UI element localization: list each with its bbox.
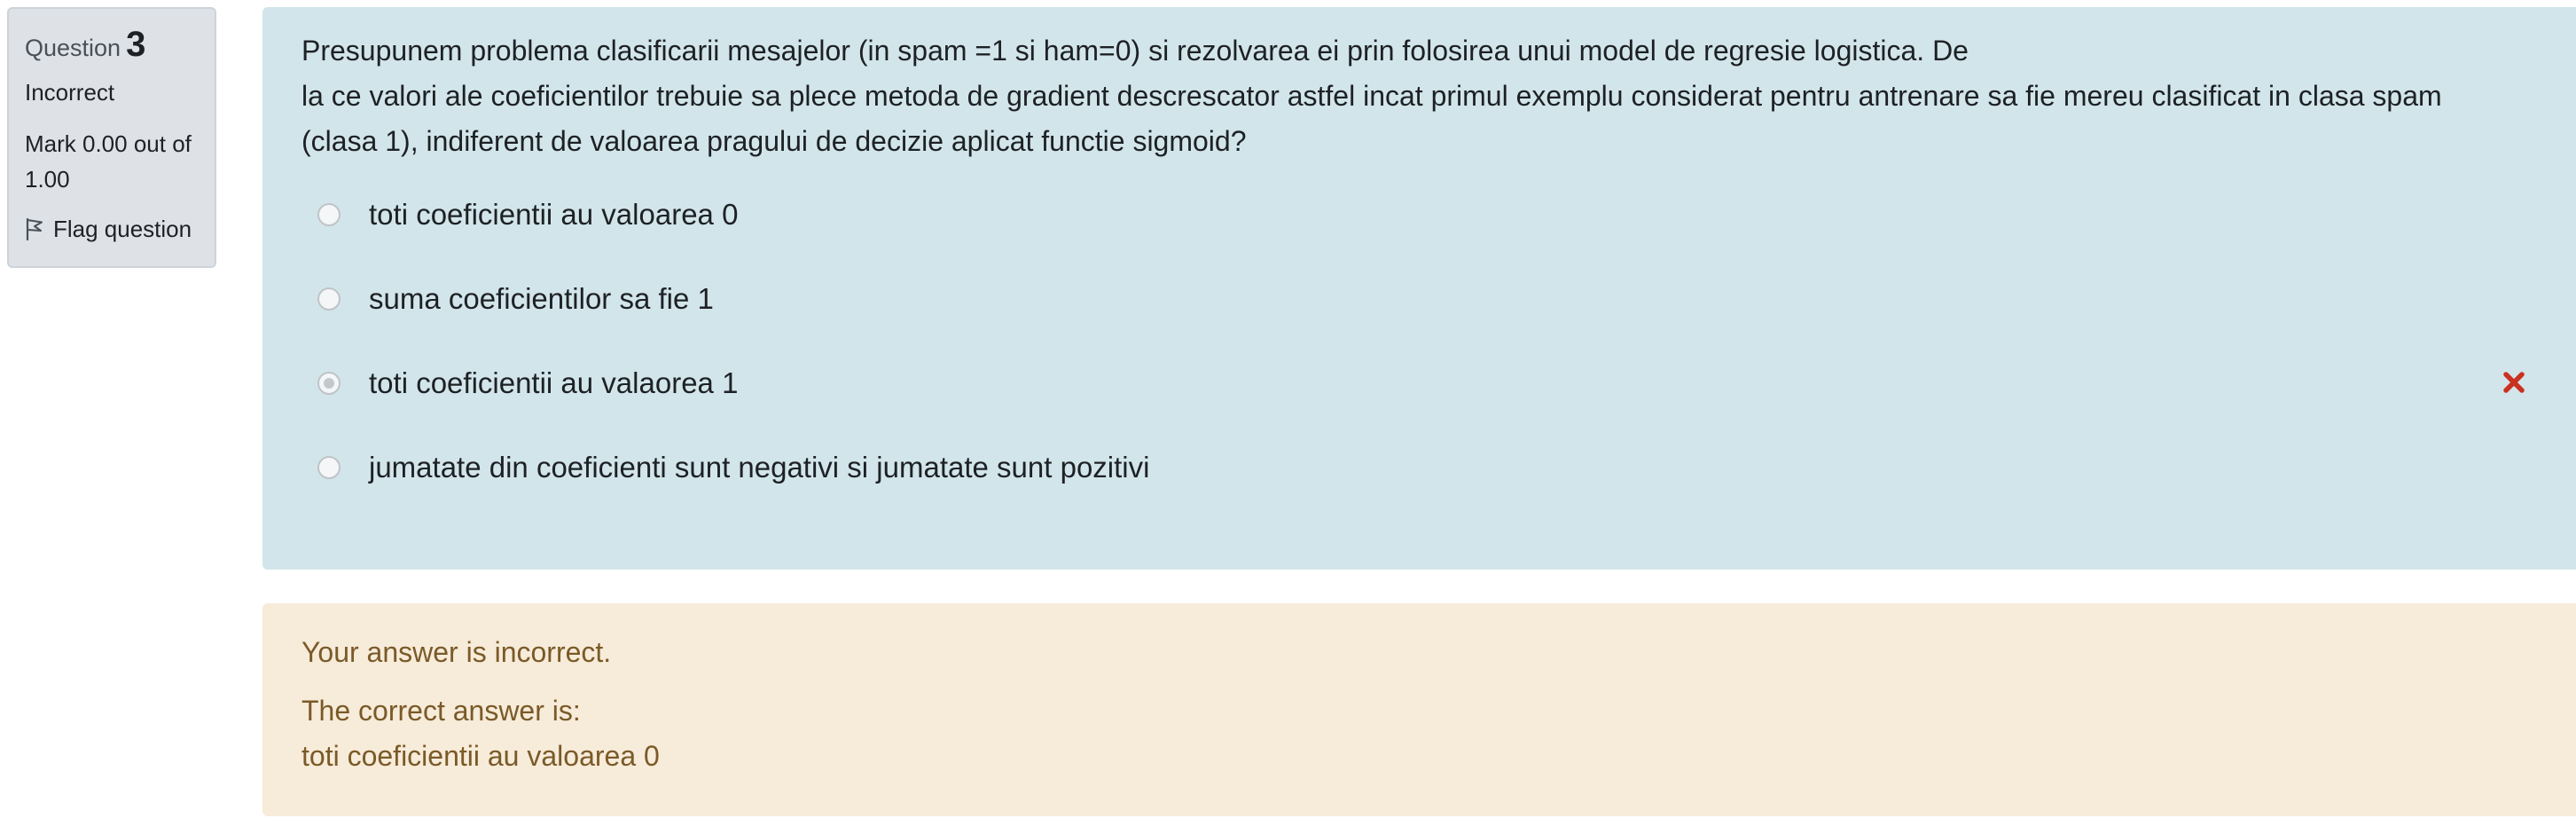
answer-option[interactable]: toti coeficientii au valoarea 0 [301,193,2576,277]
correct-answer-text: toti coeficientii au valoarea 0 [301,740,660,772]
question-state: Incorrect [25,79,115,106]
answer-label[interactable]: jumatate din coeficienti sunt negativi s… [369,445,1149,490]
flag-icon [25,217,44,240]
answer-radio[interactable] [317,203,341,226]
question-text: Presupunem problema clasificarii mesajel… [301,28,2554,164]
answer-label[interactable]: toti coeficientii au valaorea 1 [369,361,738,405]
incorrect-x-icon [2502,370,2526,395]
question-info: Question 3 Incorrect Mark 0.00 out of 1.0… [7,7,216,268]
question-panel: Presupunem problema clasificarii mesajel… [262,7,2576,570]
correct-answer-heading: The correct answer is: [301,695,581,727]
answer-radio[interactable] [317,456,341,479]
answer-label[interactable]: suma coeficientilor sa fie 1 [369,277,714,321]
answer-option[interactable]: toti coeficientii au valaorea 1 [301,361,2576,445]
question-grade: Mark 0.00 out of 1.00 [25,130,192,193]
feedback-panel: Your answer is incorrect. The correct an… [262,603,2576,816]
feedback-result: Your answer is incorrect. [301,636,612,668]
question-label: Question [25,35,121,61]
question-text-line: Presupunem problema clasificarii mesajel… [301,35,1969,67]
answer-list: toti coeficientii au valoarea 0 suma coe… [301,193,2576,530]
flag-question-label: Flag question [53,216,192,242]
question-number-value: 3 [126,25,146,64]
answer-option[interactable]: suma coeficientilor sa fie 1 [301,277,2576,361]
correct-answer-block: The correct answer is: toti coeficientii… [301,688,2576,779]
question-number: Question 3 [25,25,199,64]
flag-question-button[interactable]: Flag question [25,213,199,245]
question-text-line: la ce valori ale coeficientilor trebuie … [301,80,2442,112]
answer-option[interactable]: jumatate din coeficienti sunt negativi s… [301,445,2576,530]
answer-radio[interactable] [317,287,341,311]
answer-label[interactable]: toti coeficientii au valoarea 0 [369,193,738,237]
answer-radio-selected[interactable] [317,372,341,395]
question-text-line: (clasa 1), indiferent de valoarea pragul… [301,125,1247,157]
